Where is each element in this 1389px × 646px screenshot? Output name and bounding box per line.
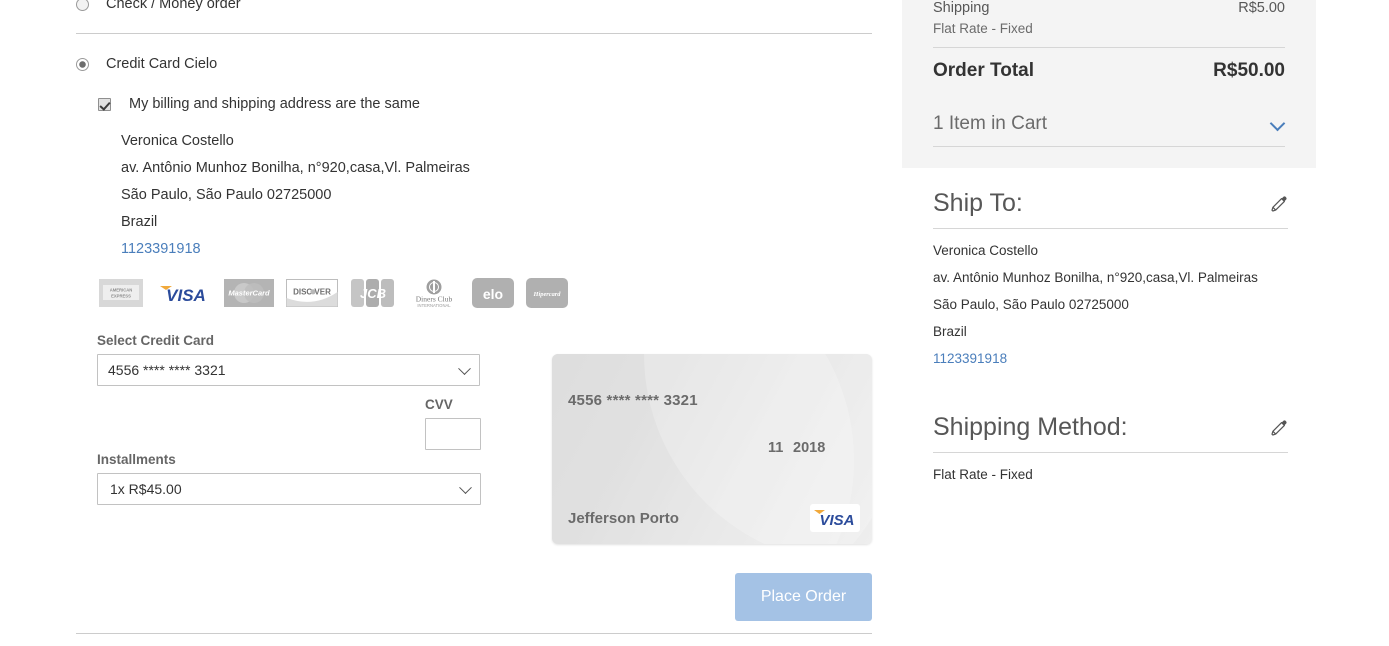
ship-to-title: Ship To: — [933, 189, 1023, 217]
radio-icon-credit-card-cielo[interactable] — [76, 57, 89, 71]
visa-icon: VISA — [810, 504, 860, 532]
divider-bottom — [76, 633, 872, 634]
chevron-down-icon-installments — [459, 481, 472, 495]
cvv-label: CVV — [425, 397, 453, 412]
installments-label: Installments — [97, 452, 176, 467]
ship-to-phone[interactable]: 1123391918 — [933, 345, 1288, 372]
svg-text:VISA: VISA — [819, 512, 854, 529]
credit-card-preview: 4556 **** **** 3321 11 2018 Jefferson Po… — [552, 354, 872, 544]
billing-address-city: São Paulo, São Paulo 02725000 — [121, 187, 332, 203]
svg-text:JCB: JCB — [360, 286, 386, 301]
american-express-icon: AMERICAN EXPRESS — [98, 276, 144, 310]
card-preview-holder: Jefferson Porto — [568, 510, 679, 527]
ship-to-city: São Paulo, São Paulo 02725000 — [933, 297, 1129, 312]
billing-address-phone[interactable]: 1123391918 — [121, 236, 470, 263]
ship-to-address: Veronica Costello av. Antônio Munhoz Bon… — [933, 229, 1288, 372]
ship-to-street: av. Antônio Munhoz Bonilha, n°920,casa,V… — [933, 270, 1258, 285]
billing-address-street: av. Antônio Munhoz Bonilha, n°920,casa,V… — [121, 160, 470, 176]
svg-text:Hipercard: Hipercard — [533, 291, 562, 298]
visa-icon: VISA — [156, 276, 212, 310]
jcb-icon: JCB — [350, 276, 396, 310]
billing-address-country: Brazil — [121, 214, 158, 230]
order-summary-sidebar: Shipping R$5.00 Flat Rate - Fixed Order … — [902, 0, 1389, 646]
edit-pencil-icon-ship-to[interactable] — [1270, 196, 1288, 214]
ship-to-section: Ship To: Veronica Costello av. Antônio M… — [933, 188, 1288, 372]
payment-option-check-money-order[interactable]: Check / Money order — [76, 0, 241, 12]
svg-text:INTERNATIONAL: INTERNATIONAL — [417, 303, 451, 308]
summary-shipping-label: Shipping — [933, 0, 990, 16]
order-totals-panel: Shipping R$5.00 Flat Rate - Fixed Order … — [902, 0, 1316, 168]
elo-icon: elo — [472, 276, 514, 310]
shipping-method-value: Flat Rate - Fixed — [933, 467, 1033, 482]
payment-option-credit-card-cielo[interactable]: Credit Card Cielo — [76, 56, 217, 72]
svg-text:AMERICAN: AMERICAN — [110, 288, 133, 293]
place-order-button[interactable]: Place Order — [735, 573, 872, 621]
order-total-amount: R$50.00 — [1213, 60, 1285, 81]
installments-dropdown[interactable]: 1x R$45.00 — [97, 473, 481, 505]
checkout-page: Check / Money order Credit Card Cielo My… — [0, 0, 1389, 646]
svg-text:elo: elo — [483, 286, 503, 302]
radio-icon-check-money-order[interactable] — [76, 0, 89, 11]
ship-to-country: Brazil — [933, 324, 967, 339]
svg-text:VISA: VISA — [166, 286, 206, 305]
chevron-down-icon-cart[interactable] — [1272, 118, 1285, 131]
ship-to-name: Veronica Costello — [933, 243, 1039, 258]
shipping-method-section: Shipping Method: Flat Rate - Fixed — [933, 412, 1288, 488]
select-credit-card-value: 4556 **** **** 3321 — [108, 362, 226, 378]
mastercard-icon: MasterCard — [224, 276, 274, 310]
accepted-card-brands: AMERICAN EXPRESS VISA MasterCard DISC VE… — [98, 276, 568, 310]
cart-items-count-label: 1 Item in Cart — [933, 113, 1048, 134]
card-preview-exp-month: 11 — [768, 440, 784, 456]
cart-items-toggle[interactable]: 1 Item in Cart — [933, 110, 1285, 138]
select-credit-card-dropdown[interactable]: 4556 **** **** 3321 — [97, 354, 480, 386]
shipping-method-title: Shipping Method: — [933, 413, 1128, 441]
card-preview-exp-year: 2018 — [793, 440, 826, 456]
billing-same-as-shipping-label: My billing and shipping address are the … — [129, 96, 420, 112]
diners-club-icon: Diners Club INTERNATIONAL — [408, 276, 460, 310]
discover-icon: DISC VER — [286, 276, 338, 310]
select-credit-card-label: Select Credit Card — [97, 333, 215, 348]
summary-shipping-amount: R$5.00 — [1238, 0, 1285, 16]
summary-rule-1 — [933, 47, 1285, 48]
payment-option-label-check-money-order: Check / Money order — [106, 0, 241, 12]
shipping-method-header: Shipping Method: — [933, 412, 1288, 442]
chevron-down-icon-select-card — [458, 362, 471, 376]
payment-option-label-credit-card-cielo: Credit Card Cielo — [106, 56, 218, 72]
svg-text:MasterCard: MasterCard — [228, 289, 270, 298]
card-preview-number: 4556 **** **** 3321 — [568, 392, 698, 409]
checkbox-icon-billing-same[interactable] — [98, 97, 111, 111]
cvv-input[interactable] — [425, 418, 481, 450]
summary-row-shipping: Shipping R$5.00 — [933, 0, 1285, 16]
billing-address-block: Veronica Costello av. Antônio Munhoz Bon… — [121, 128, 470, 263]
ship-to-header: Ship To: — [933, 188, 1288, 218]
svg-text:EXPRESS: EXPRESS — [111, 294, 131, 299]
shipping-method-value-wrap: Flat Rate - Fixed — [933, 453, 1288, 488]
divider-top — [76, 33, 872, 34]
installments-value: 1x R$45.00 — [110, 481, 182, 497]
payment-method-column: Check / Money order Credit Card Cielo My… — [0, 0, 902, 646]
summary-row-order-total: Order Total R$50.00 — [933, 60, 1285, 82]
hipercard-icon: Hipercard — [526, 276, 568, 310]
order-total-label: Order Total — [933, 60, 1034, 81]
billing-same-as-shipping-row[interactable]: My billing and shipping address are the … — [98, 96, 420, 112]
summary-shipping-method: Flat Rate - Fixed — [933, 21, 1033, 36]
edit-pencil-icon-shipping-method[interactable] — [1270, 420, 1288, 438]
summary-rule-2 — [933, 146, 1285, 147]
billing-address-name: Veronica Costello — [121, 133, 234, 149]
